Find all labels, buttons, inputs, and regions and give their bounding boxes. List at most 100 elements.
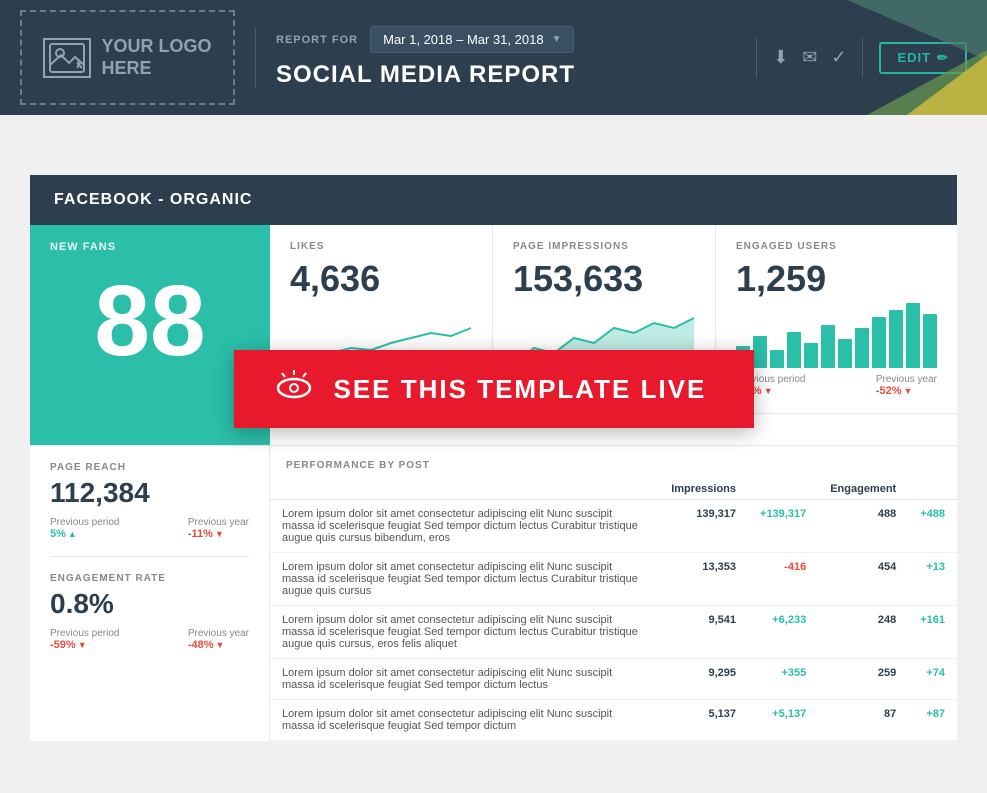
bar-item xyxy=(889,310,903,368)
post-text: Lorem ipsum dolor sit amet consectetur a… xyxy=(270,553,659,606)
impressions-val: 5,137 xyxy=(659,700,748,741)
engagement-rate-label: ENGAGEMENT RATE xyxy=(50,573,249,584)
bar-chart xyxy=(736,298,937,368)
chevron-down-icon: ▼ xyxy=(552,34,562,45)
report-for-label: REPORT FOR xyxy=(276,34,358,46)
page-reach-prev-period-value: 5% xyxy=(50,528,119,540)
bar-item xyxy=(906,303,920,368)
engagement-change-val: +488 xyxy=(908,500,957,553)
engagement-change-val: +13 xyxy=(908,553,957,606)
arrow-down-icon-3 xyxy=(904,385,913,397)
engagement-val: 488 xyxy=(818,500,908,553)
page-reach-prev-period-label: Previous period xyxy=(50,517,119,528)
page-reach-prev-year-value: -11% xyxy=(188,528,249,540)
bar-item xyxy=(855,328,869,368)
bottom-row: PAGE REACH 112,384 Previous period 5% Pr… xyxy=(30,445,957,741)
impressions-val: 9,295 xyxy=(659,659,748,700)
likes-label: LIKES xyxy=(290,241,472,252)
date-range-dropdown[interactable]: Mar 1, 2018 – Mar 31, 2018 ▼ xyxy=(370,26,574,53)
new-fans-label: NEW FANS xyxy=(50,241,250,253)
col-post xyxy=(270,479,659,500)
post-text: Lorem ipsum dolor sit amet consectetur a… xyxy=(270,606,659,659)
page-reach-section: PAGE REACH 112,384 Previous period 5% Pr… xyxy=(50,462,249,540)
left-metrics: PAGE REACH 112,384 Previous period 5% Pr… xyxy=(30,446,270,741)
page-reach-prev-year: Previous year -11% xyxy=(188,517,249,540)
bar-item xyxy=(787,332,801,368)
logo-text: YOUR LOGO HERE xyxy=(101,36,211,79)
engagement-change-val: +161 xyxy=(908,606,957,659)
bar-item xyxy=(804,343,818,368)
engagement-change-val: +74 xyxy=(908,659,957,700)
header-divider xyxy=(255,28,256,88)
table-row: Lorem ipsum dolor sit amet consectetur a… xyxy=(270,553,957,606)
table-row: Lorem ipsum dolor sit amet consectetur a… xyxy=(270,659,957,700)
overlay-banner[interactable]: SEE THIS TEMPLATE LIVE xyxy=(234,350,754,428)
bar-item xyxy=(923,314,937,368)
arrow-down-icon-5 xyxy=(78,639,87,651)
engaged-prev-year: Previous year -52% xyxy=(876,374,937,397)
page-reach-prev-period: Previous period 5% xyxy=(50,517,119,540)
image-icon xyxy=(49,43,85,73)
page-reach-prev-year-label: Previous year xyxy=(188,517,249,528)
impressions-change-val: +139,317 xyxy=(748,500,818,553)
col-impressions-change xyxy=(748,479,818,500)
engagement-prev-period-value: -59% xyxy=(50,639,119,651)
logo-icon xyxy=(43,38,91,78)
col-engagement: Engagement xyxy=(818,479,908,500)
table-row: Lorem ipsum dolor sit amet consectetur a… xyxy=(270,606,957,659)
bar-item xyxy=(872,317,886,368)
eye-icon xyxy=(274,370,314,408)
impressions-val: 9,541 xyxy=(659,606,748,659)
report-for-row: REPORT FOR Mar 1, 2018 – Mar 31, 2018 ▼ xyxy=(276,26,575,53)
impressions-val: 139,317 xyxy=(659,500,748,553)
bar-item xyxy=(770,350,784,368)
engagement-prev-period-label: Previous period xyxy=(50,628,119,639)
page-impressions-value: 153,633 xyxy=(513,258,695,300)
report-section: REPORT FOR Mar 1, 2018 – Mar 31, 2018 ▼ … xyxy=(276,26,575,89)
new-fans-value: 88 xyxy=(50,271,250,371)
impressions-change-val: +5,137 xyxy=(748,700,818,741)
performance-table: PERFORMANCE BY POST Impressions Engageme… xyxy=(270,446,957,741)
bar-item xyxy=(821,325,835,368)
engaged-users-chart xyxy=(736,308,937,368)
report-title: SOCIAL MEDIA REPORT xyxy=(276,61,575,89)
engagement-change-val: +87 xyxy=(908,700,957,741)
engagement-val: 87 xyxy=(818,700,908,741)
impressions-change-val: -416 xyxy=(748,553,818,606)
post-text: Lorem ipsum dolor sit amet consectetur a… xyxy=(270,700,659,741)
bar-item xyxy=(753,336,767,369)
impressions-change-val: +355 xyxy=(748,659,818,700)
engagement-rate-section: ENGAGEMENT RATE 0.8% Previous period -59… xyxy=(50,556,249,651)
engagement-rate-footer: Previous period -59% Previous year -48% xyxy=(50,628,249,651)
page-impressions-label: PAGE IMPRESSIONS xyxy=(513,241,695,252)
engagement-val: 259 xyxy=(818,659,908,700)
engagement-val: 454 xyxy=(818,553,908,606)
col-engagement-change xyxy=(908,479,957,500)
engagement-prev-period: Previous period -59% xyxy=(50,628,119,651)
post-text: Lorem ipsum dolor sit amet consectetur a… xyxy=(270,659,659,700)
col-impressions: Impressions xyxy=(659,479,748,500)
overlay-label: SEE THIS TEMPLATE LIVE xyxy=(334,374,707,405)
header: YOUR LOGO HERE REPORT FOR Mar 1, 2018 – … xyxy=(0,0,987,115)
engagement-rate-value: 0.8% xyxy=(50,588,249,620)
engagement-val: 248 xyxy=(818,606,908,659)
engaged-users-value: 1,259 xyxy=(736,258,937,300)
arrow-down-icon-6 xyxy=(216,639,225,651)
impressions-val: 13,353 xyxy=(659,553,748,606)
engaged-prev-year-value: -52% xyxy=(876,385,937,397)
engaged-users-footer: Previous period -58% Previous year -52% xyxy=(736,374,937,397)
logo-placeholder: YOUR LOGO HERE xyxy=(20,10,235,105)
engagement-prev-year-label: Previous year xyxy=(188,628,249,639)
impressions-change-val: +6,233 xyxy=(748,606,818,659)
page-reach-label: PAGE REACH xyxy=(50,462,249,473)
engaged-users-label: ENGAGED USERS xyxy=(736,241,937,252)
likes-value: 4,636 xyxy=(290,258,472,300)
page-reach-value: 112,384 xyxy=(50,477,249,509)
post-text: Lorem ipsum dolor sit amet consectetur a… xyxy=(270,500,659,553)
spacer xyxy=(0,115,987,175)
bar-item xyxy=(838,339,852,368)
engagement-prev-year: Previous year -48% xyxy=(188,628,249,651)
eye-svg xyxy=(274,370,314,400)
engaged-prev-year-label: Previous year xyxy=(876,374,937,385)
table-row: Lorem ipsum dolor sit amet consectetur a… xyxy=(270,500,957,553)
